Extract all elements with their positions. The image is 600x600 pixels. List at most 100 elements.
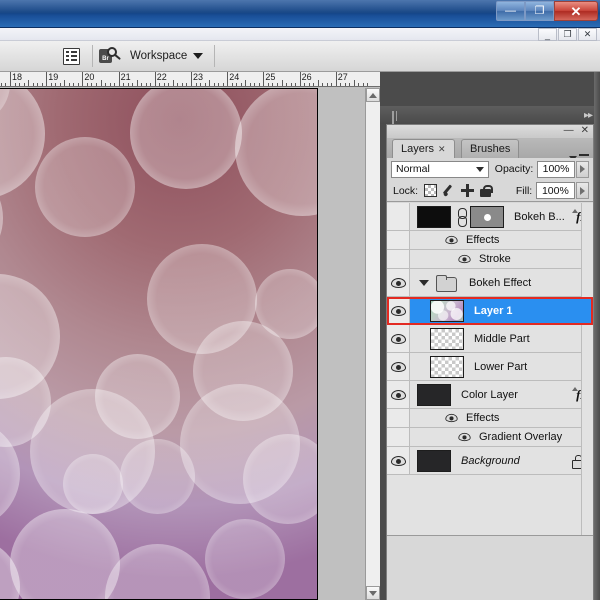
layer-visibility-toggle[interactable] xyxy=(387,447,410,474)
fill-input[interactable]: 100% xyxy=(536,182,575,199)
doc-close-button[interactable]: ✕ xyxy=(578,28,597,41)
layer-visibility-toggle[interactable] xyxy=(387,381,410,408)
minimize-button[interactable]: — xyxy=(496,1,525,21)
tab-layers[interactable]: Layers ✕ xyxy=(392,139,455,158)
ruler-minor-tick xyxy=(195,83,197,86)
eye-icon[interactable] xyxy=(458,432,471,442)
go-to-bridge-icon[interactable]: Br xyxy=(99,47,121,65)
layer-name[interactable]: Lower Part xyxy=(474,361,593,373)
layer-expand-toggle[interactable] xyxy=(570,384,580,394)
ruler-minor-tick xyxy=(290,83,292,86)
bokeh-image-canvas[interactable] xyxy=(0,88,318,600)
effect-label: Stroke xyxy=(479,253,511,265)
table-row[interactable]: Color Layer fx xyxy=(387,381,593,409)
layer-list-scrollbar[interactable] xyxy=(581,203,593,537)
table-row[interactable]: Effects xyxy=(387,231,593,250)
canvas-vertical-scrollbar[interactable] xyxy=(365,88,380,600)
layer-thumbnail[interactable] xyxy=(417,383,451,406)
layer-thumbnail[interactable] xyxy=(417,205,451,228)
lock-transparent-pixels-icon[interactable] xyxy=(424,184,437,197)
lock-all-icon[interactable] xyxy=(479,184,494,197)
fill-caret-icon xyxy=(579,186,585,195)
layer-name[interactable]: Middle Part xyxy=(474,333,593,345)
panel-title-bar: — ✕ xyxy=(387,125,593,138)
effects-visibility-toggle[interactable] xyxy=(387,231,410,249)
panel-close-icon[interactable]: ✕ xyxy=(581,125,589,136)
table-row[interactable]: Lower Part xyxy=(387,353,593,381)
layer-thumbnail[interactable] xyxy=(430,355,464,378)
table-row[interactable]: Middle Part xyxy=(387,325,593,353)
chevron-up-icon xyxy=(572,209,578,213)
layer-mask-thumbnail[interactable] xyxy=(470,205,504,228)
group-visibility-toggle[interactable] xyxy=(387,269,410,296)
doc-minimize-button[interactable]: _ xyxy=(538,28,557,41)
tab-layers-close-icon[interactable]: ✕ xyxy=(438,144,446,155)
eye-icon[interactable] xyxy=(445,413,458,423)
chevron-down-icon xyxy=(369,590,377,596)
ruler-minor-tick xyxy=(313,83,315,86)
effect-visibility-toggle[interactable] xyxy=(387,250,410,268)
ruler-minor-tick xyxy=(145,83,147,86)
ruler-minor-tick xyxy=(286,83,288,86)
ruler-minor-tick xyxy=(240,83,242,86)
ruler-label: 27 xyxy=(337,72,348,82)
table-row[interactable]: Bokeh Effect xyxy=(387,269,593,297)
doc-restore-button[interactable]: ❐ xyxy=(558,28,577,41)
tab-brushes[interactable]: Brushes xyxy=(461,139,520,158)
layer-visibility-toggle[interactable] xyxy=(387,203,410,230)
doc-minimize-icon: _ xyxy=(544,29,550,40)
bokeh-circle xyxy=(63,454,123,514)
dock-expand-icon[interactable]: ▸▸ xyxy=(584,110,593,121)
layer-list[interactable]: Bokeh B... fx Effects xyxy=(387,203,593,537)
layer-name[interactable]: Background xyxy=(461,455,572,467)
workspace-chevron-down-icon[interactable] xyxy=(193,53,204,59)
ruler-minor-tick xyxy=(272,83,274,86)
opacity-slider-button[interactable] xyxy=(575,160,589,178)
close-button[interactable]: ✕ xyxy=(554,1,598,21)
horizontal-ruler[interactable]: 18 19 20 21 22 23 24 25 26 27 xyxy=(0,72,380,87)
layer-visibility-toggle[interactable] xyxy=(387,297,410,324)
layer-visibility-toggle[interactable] xyxy=(387,353,410,380)
ruler-label: 24 xyxy=(229,72,240,82)
ruler-minor-tick xyxy=(32,83,34,86)
effects-visibility-toggle[interactable] xyxy=(387,409,410,427)
eye-icon[interactable] xyxy=(458,254,471,264)
lock-position-icon[interactable] xyxy=(461,184,475,197)
canvas-viewport[interactable] xyxy=(0,88,365,600)
lock-image-pixels-icon[interactable] xyxy=(443,184,455,197)
ruler-minor-tick xyxy=(186,83,188,86)
fill-slider-button[interactable] xyxy=(575,182,590,199)
layer-name[interactable]: Bokeh B... xyxy=(514,211,576,223)
layer-thumbnail[interactable] xyxy=(430,299,464,322)
eye-icon xyxy=(390,277,406,288)
maximize-button[interactable]: ❐ xyxy=(525,1,554,21)
table-row[interactable]: Bokeh B... fx xyxy=(387,203,593,231)
eye-icon[interactable] xyxy=(445,235,458,245)
layer-name[interactable]: Layer 1 xyxy=(474,305,593,317)
layer-thumbnail[interactable] xyxy=(417,449,451,472)
scroll-down-button[interactable] xyxy=(366,586,380,600)
layer-visibility-toggle[interactable] xyxy=(387,325,410,352)
layer-expand-toggle[interactable] xyxy=(570,206,580,216)
layer-name[interactable]: Color Layer xyxy=(461,389,576,401)
table-row[interactable]: Stroke xyxy=(387,250,593,269)
table-row[interactable]: Background xyxy=(387,447,593,475)
dock-drag-handle[interactable] xyxy=(392,111,402,131)
link-icon[interactable] xyxy=(455,207,467,227)
table-row[interactable]: Gradient Overlay xyxy=(387,428,593,447)
ruler-minor-tick xyxy=(177,83,179,86)
group-name[interactable]: Bokeh Effect xyxy=(469,277,593,289)
blend-mode-select[interactable]: Normal xyxy=(391,160,489,178)
group-chevron-down-icon[interactable] xyxy=(419,279,429,286)
ruler-minor-tick xyxy=(326,83,328,86)
workspace-label[interactable]: Workspace xyxy=(130,50,187,62)
layer-thumbnail[interactable] xyxy=(430,327,464,350)
effect-visibility-toggle[interactable] xyxy=(387,428,410,446)
table-row-selected[interactable]: Layer 1 xyxy=(387,297,593,325)
palette-well-icon[interactable] xyxy=(63,47,80,65)
document-window-controls: _ ❐ ✕ xyxy=(538,28,597,41)
table-row[interactable]: Effects xyxy=(387,409,593,428)
panel-minimize-icon[interactable]: — xyxy=(564,125,574,136)
opacity-input[interactable]: 100% xyxy=(537,160,575,178)
scroll-up-button[interactable] xyxy=(366,88,380,102)
